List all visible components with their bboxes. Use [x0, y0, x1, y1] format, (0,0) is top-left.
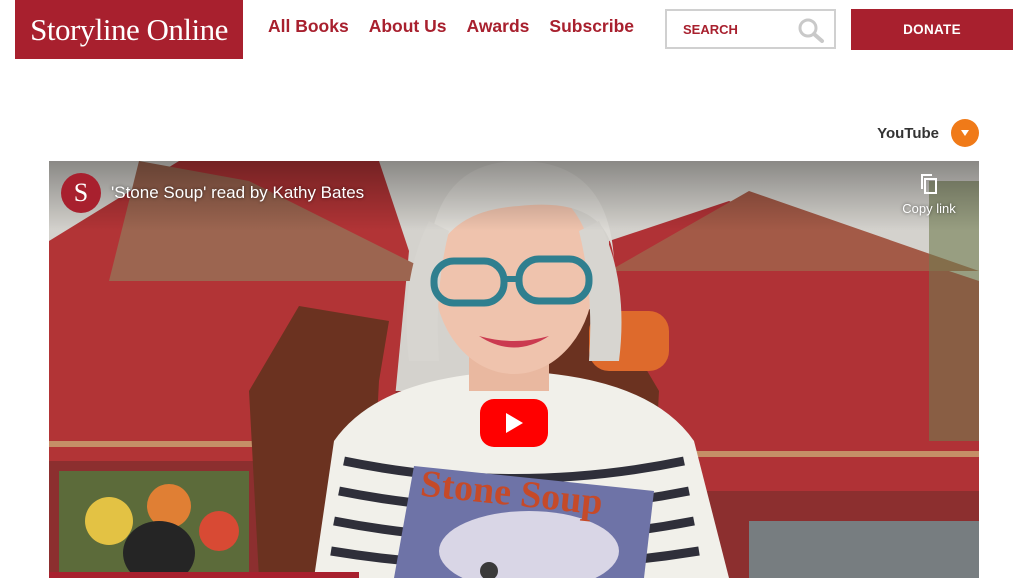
source-label: YouTube	[877, 124, 939, 142]
video-player[interactable]: Stone Soup S 'Stone Soup' read by Kathy …	[49, 161, 979, 578]
play-icon	[506, 413, 523, 433]
nav-awards[interactable]: Awards	[467, 16, 530, 37]
main-nav: All Books About Us Awards Subscribe	[268, 16, 634, 37]
video-source-selector[interactable]: YouTube	[877, 119, 979, 147]
copy-link-button[interactable]: Copy link	[899, 173, 959, 216]
nav-subscribe[interactable]: Subscribe	[549, 16, 634, 37]
play-button[interactable]	[480, 399, 548, 447]
nav-about-us[interactable]: About Us	[369, 16, 447, 37]
search-input[interactable]	[667, 20, 797, 38]
logo-text: Storyline Online	[30, 11, 228, 47]
copy-icon	[921, 174, 937, 194]
channel-avatar[interactable]: S	[61, 173, 101, 213]
channel-avatar-letter: S	[73, 178, 89, 207]
search-icon[interactable]	[797, 17, 825, 43]
video-title[interactable]: 'Stone Soup' read by Kathy Bates	[111, 183, 364, 203]
search-box	[665, 9, 836, 49]
video-progress-bar	[49, 572, 359, 578]
nav-all-books[interactable]: All Books	[268, 16, 349, 37]
donate-button[interactable]: DONATE	[851, 9, 1013, 50]
copy-link-label: Copy link	[902, 201, 956, 216]
site-logo[interactable]: Storyline Online	[15, 0, 243, 59]
chevron-down-icon[interactable]	[951, 119, 979, 147]
